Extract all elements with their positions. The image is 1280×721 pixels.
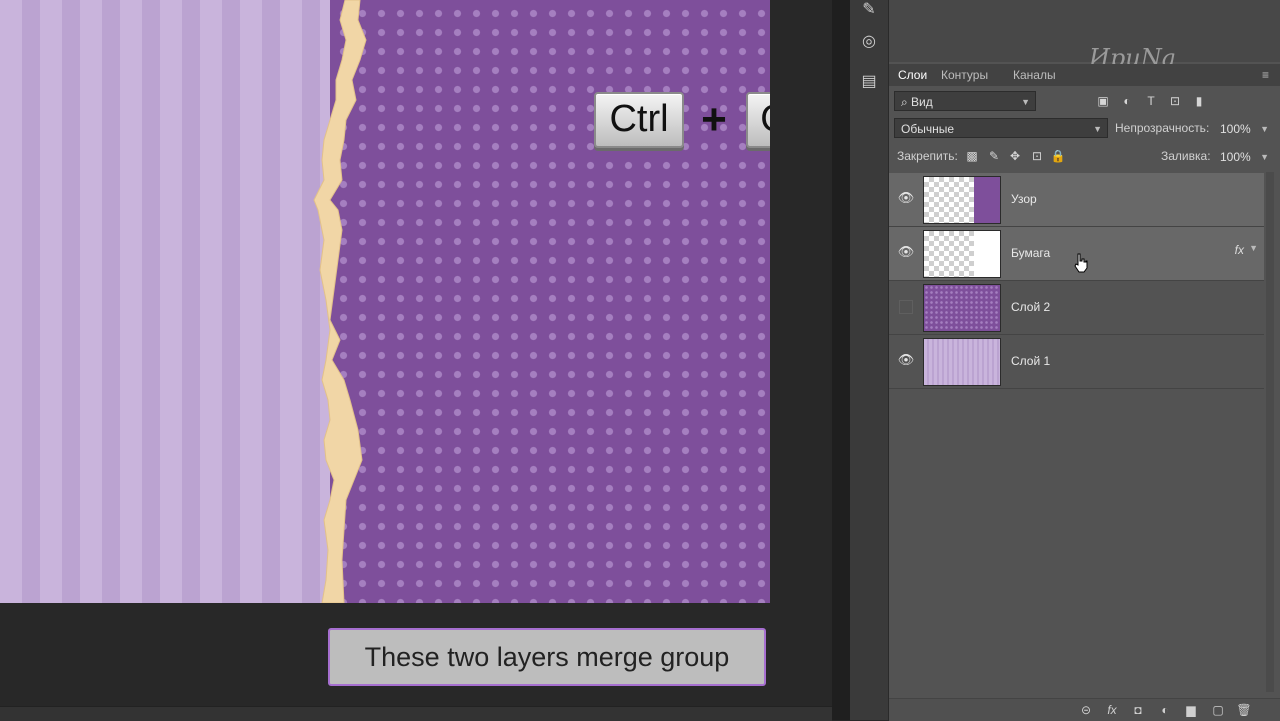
layer-name: Узор [1011, 192, 1037, 206]
layers-scrollbar[interactable] [1266, 172, 1274, 692]
layers-bottom-toolbar: ⊝ fx ◘ ◐ ▆ ▢ 🗑 [889, 698, 1280, 721]
blend-mode-select[interactable]: Обычные ▼ [894, 118, 1108, 138]
libraries-icon[interactable]: ▤ [859, 72, 879, 92]
chevron-down-icon: ▼ [1260, 152, 1269, 162]
layer-filter-select[interactable]: ⌕ Вид ▼ [894, 91, 1036, 111]
canvas-area[interactable]: Ctrl + G These two layers merge group [0, 0, 832, 721]
layer-row-sloi-2[interactable]: Слой 2 [889, 281, 1264, 335]
caption-box: These two layers merge group [328, 628, 766, 686]
torn-paper-edge [313, 0, 367, 603]
eye-icon[interactable]: 👁 [897, 189, 915, 207]
tab-layers[interactable]: Слои [898, 64, 927, 86]
chevron-down-icon[interactable]: ▼ [1249, 243, 1258, 253]
lock-label: Закрепить: [897, 149, 958, 163]
eye-icon[interactable]: 👁 [897, 351, 915, 369]
layer-thumbnail [923, 338, 1001, 386]
panel-menu-icon[interactable]: ≡ [1262, 68, 1276, 82]
fill-label: Заливка: [1161, 149, 1211, 163]
chevron-down-icon: ▼ [1021, 97, 1030, 107]
layer-name: Слой 1 [1011, 354, 1051, 368]
tab-paths[interactable]: Контуры [941, 64, 988, 86]
layer-name: Бумага [1011, 246, 1051, 260]
panel-dock-strip: ✎ ◎ ▤ [850, 0, 889, 720]
g-key: G [746, 92, 770, 148]
ctrl-key: Ctrl [594, 92, 684, 148]
panel-tabs: Слои Контуры Каналы ≡ [889, 64, 1280, 86]
horizontal-scrollbar[interactable] [0, 706, 832, 721]
opacity-input[interactable]: 100% ▼ [1213, 118, 1275, 138]
filter-label: ⌕ Вид [901, 95, 933, 109]
brush-tool-icon[interactable]: ✎ [859, 0, 879, 20]
shape-filter-icon[interactable]: ⊡ [1167, 93, 1183, 109]
polka-dot-layer [330, 0, 770, 603]
fill-input[interactable]: 100% ▼ [1213, 146, 1275, 166]
lock-pixels-icon[interactable]: ✎ [986, 148, 1002, 164]
tab-channels[interactable]: Каналы [1013, 64, 1056, 86]
hand-cursor-icon [1074, 253, 1088, 273]
opacity-value: 100% [1220, 122, 1251, 136]
layer-row-sloi-1[interactable]: 👁 Слой 1 [889, 335, 1264, 389]
pixel-filter-icon[interactable]: ▣ [1095, 93, 1111, 109]
layer-row-uzor[interactable]: 👁 Узор [889, 173, 1264, 227]
link-layers-icon[interactable]: ⊝ [1078, 702, 1094, 718]
layer-style-icon[interactable]: fx [1104, 702, 1120, 718]
layer-thumbnail [923, 176, 1001, 224]
delete-layer-icon[interactable]: 🗑 [1236, 702, 1252, 718]
fill-value: 100% [1220, 150, 1251, 164]
visibility-toggle-off[interactable] [899, 300, 913, 314]
new-layer-icon[interactable]: ▢ [1210, 702, 1226, 718]
chevron-down-icon: ▼ [1093, 124, 1102, 134]
layer-mask-icon[interactable]: ◘ [1130, 702, 1146, 718]
chevron-down-icon: ▼ [1260, 124, 1269, 134]
lock-artboard-icon[interactable]: ⊡ [1029, 148, 1045, 164]
lock-transparency-icon[interactable]: ▩ [964, 148, 980, 164]
layer-effects-icon[interactable]: fx [1235, 243, 1244, 257]
lock-all-icon[interactable]: 🔒 [1050, 148, 1066, 164]
blend-mode-value: Обычные [901, 122, 955, 136]
adjustment-layer-icon[interactable]: ◐ [1157, 702, 1173, 718]
creative-cloud-icon[interactable]: ◎ [859, 32, 879, 52]
adjustment-filter-icon[interactable]: ◐ [1119, 93, 1135, 109]
layer-list: 👁 Узор 👁 Бумага fx ▼ Слой 2 👁 Слой 1 [889, 173, 1280, 393]
layer-thumbnail [923, 230, 1001, 278]
plus-sign: + [701, 95, 727, 144]
document-canvas[interactable]: Ctrl + G [0, 0, 770, 603]
layer-name: Слой 2 [1011, 300, 1051, 314]
lock-position-icon[interactable]: ✥ [1007, 148, 1023, 164]
eye-icon[interactable]: 👁 [897, 243, 915, 261]
panel-top-area [889, 0, 1280, 62]
type-filter-icon[interactable]: T [1143, 93, 1159, 109]
layer-thumbnail [923, 284, 1001, 332]
new-group-icon[interactable]: ▆ [1183, 702, 1199, 718]
panel-divider [832, 0, 850, 720]
opacity-label: Непрозрачность: [1115, 121, 1210, 135]
smart-object-filter-icon[interactable]: ▮ [1191, 93, 1207, 109]
layers-panel: ИриNa Слои Контуры Каналы ≡ ⌕ Вид ▼ ▣ ◐ … [889, 0, 1280, 721]
